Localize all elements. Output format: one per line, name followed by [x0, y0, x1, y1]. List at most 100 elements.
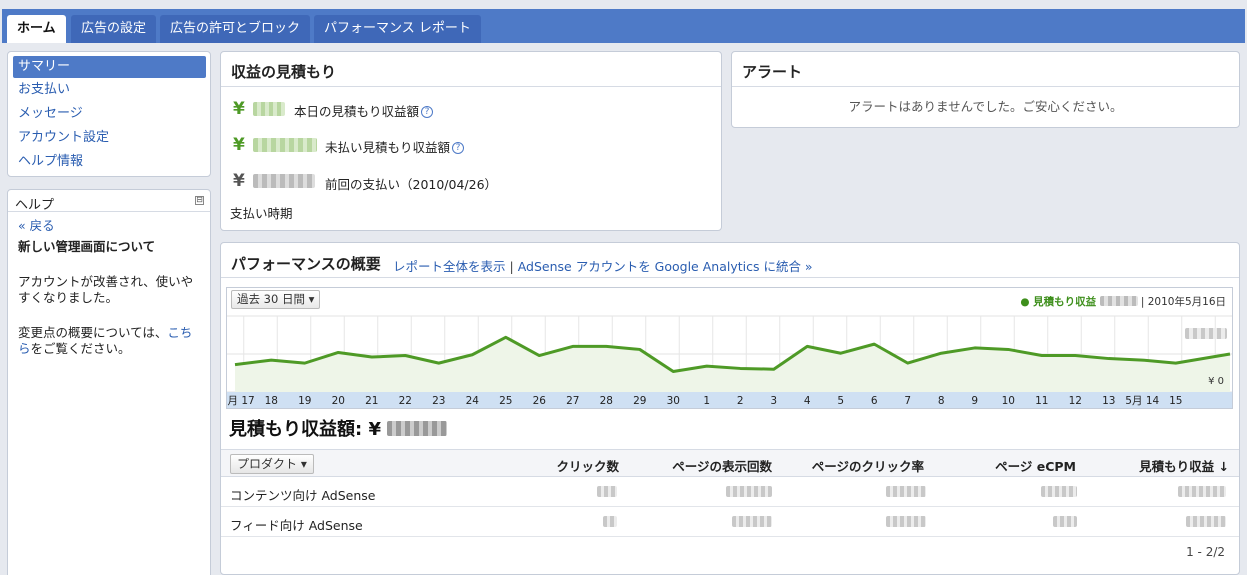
x-tick-label: 22 — [399, 395, 412, 407]
table-cell-redacted — [597, 486, 617, 497]
today-earnings-label: 本日の見積もり収益額? — [294, 101, 434, 120]
collapse-icon[interactable]: ⊟ — [195, 196, 204, 205]
last-payment-value-redacted — [253, 174, 315, 188]
column-header-clicks[interactable]: クリック数 — [556, 456, 619, 475]
performance-panel: パフォーマンスの概要 レポート全体を表示 | AdSense アカウントを Go… — [220, 242, 1240, 575]
x-tick-label: 26 — [533, 395, 547, 407]
table-row: フィード向け AdSense — [221, 507, 1239, 537]
x-tick-label: 5月 14 — [1125, 395, 1159, 407]
earnings-panel: 収益の見積もり ¥ 本日の見積もり収益額? ¥ 未払い見積もり収益額? ¥ 前回… — [220, 51, 722, 231]
help-paragraph-1-line-1: アカウントが改善され、使いや — [18, 274, 194, 289]
column-header-estimated-earnings[interactable]: 見積もり収益 ↓ — [1139, 456, 1229, 475]
table-cell-redacted — [1178, 486, 1226, 497]
x-tick-label: 5 — [837, 395, 844, 407]
x-tick-label: 28 — [600, 395, 613, 407]
alerts-panel: アラート アラートはありませんでした。ご安心ください。 — [731, 51, 1240, 128]
table-cell-redacted — [1041, 486, 1077, 497]
help-heading: 新しい管理画面について — [18, 239, 156, 254]
performance-links: レポート全体を表示 | AdSense アカウントを Google Analyt… — [393, 256, 813, 275]
divider — [221, 86, 721, 87]
view-full-report-link[interactable]: レポート全体を表示 — [393, 259, 506, 274]
alerts-message: アラートはありませんでした。ご安心ください。 — [848, 99, 1123, 114]
help-paragraph-1: アカウントが改善され、使いや すくなりました。 — [18, 274, 193, 306]
x-tick-label: 24 — [466, 395, 480, 407]
column-header-page-views[interactable]: ページの表示回数 — [672, 456, 772, 475]
x-tick-label: 19 — [298, 395, 311, 407]
sidebar-item-summary[interactable]: サマリー — [13, 56, 206, 78]
currency-symbol: ¥ — [233, 171, 245, 191]
y-max-label-redacted — [1185, 328, 1227, 339]
tab-ad-settings[interactable]: 広告の設定 — [71, 15, 157, 43]
x-tick-label: 20 — [332, 395, 345, 407]
table-cell-product: フィード向け AdSense — [230, 518, 363, 533]
top-tab-bar: ホーム 広告の設定 広告の許可とブロック パフォーマンス レポート — [2, 9, 1245, 43]
divider — [221, 277, 1239, 278]
table-header: プロダクト ▾ クリック数 ページの表示回数 ページのクリック率 ページ eCP… — [221, 449, 1239, 477]
help-paragraph-1-line-2: すくなりました。 — [18, 290, 119, 305]
x-tick-label: 12 — [1069, 395, 1082, 407]
x-tick-label: 11 — [1035, 395, 1048, 407]
x-tick-label: 21 — [365, 395, 378, 407]
x-tick-label: 10 — [1002, 395, 1015, 407]
tab-home[interactable]: ホーム — [7, 15, 66, 43]
link-analytics-link[interactable]: AdSense アカウントを Google Analytics に統合 » — [518, 259, 813, 274]
help-paragraph-2: 変更点の概要については、こち らをご覧ください。 — [18, 325, 204, 357]
tab-performance-reports[interactable]: パフォーマンス レポート — [314, 15, 481, 43]
help-paragraph-2-prefix: 変更点の概要については、 — [18, 325, 168, 340]
earnings-chart: 過去 30 日間 ▾ ● 見積もり収益 | 2010年5月16日 4月 1718… — [226, 287, 1233, 409]
x-tick-label: 3 — [770, 395, 777, 407]
table-cell-redacted — [603, 516, 617, 527]
x-tick-label: 29 — [633, 395, 646, 407]
y-zero-label: ¥ 0 — [1208, 376, 1224, 387]
help-panel: ヘルプ ⊟ « 戻る 新しい管理画面について アカウントが改善され、使いや すく… — [7, 189, 211, 575]
table-cell-redacted — [1053, 516, 1077, 527]
x-tick-label: 30 — [667, 395, 680, 407]
table-pager: 1 - 2/2 — [1186, 545, 1225, 559]
earnings-panel-title: 収益の見積もり — [231, 63, 337, 81]
help-overview-link[interactable]: こち — [167, 325, 192, 340]
x-tick-label: 8 — [938, 395, 945, 407]
table-cell-redacted — [732, 516, 772, 527]
chart-plot: 4月 1718192021222324252627282930123456789… — [227, 315, 1232, 408]
table-cell-redacted — [726, 486, 772, 497]
last-payment-label: 前回の支払い（2010/04/26） — [325, 177, 498, 192]
x-tick-label: 27 — [566, 395, 579, 407]
column-header-page-ecpm[interactable]: ページ eCPM — [995, 456, 1076, 475]
x-tick-label: 4 — [804, 395, 811, 407]
currency-symbol: ¥ — [233, 135, 245, 155]
sidebar-item-payments[interactable]: お支払い — [13, 79, 70, 101]
product-dropdown[interactable]: プロダクト ▾ — [230, 454, 314, 474]
help-paragraph-2-suffix: をご覧ください。 — [30, 341, 131, 356]
column-header-page-ctr[interactable]: ページのクリック率 — [812, 456, 924, 475]
help-question-icon[interactable]: ? — [421, 106, 434, 118]
sidebar-nav: サマリー お支払い メッセージ アカウント設定 ヘルプ情報 — [7, 51, 211, 177]
unpaid-earnings-value-redacted — [253, 138, 317, 152]
table-cell-product: コンテンツ向け AdSense — [230, 488, 376, 503]
help-overview-link-cont[interactable]: ら — [18, 341, 31, 356]
total-earnings-value-redacted — [387, 421, 448, 436]
x-tick-label: 9 — [971, 395, 978, 407]
sidebar-item-messages[interactable]: メッセージ — [13, 103, 83, 125]
x-tick-label: 4月 17 — [227, 395, 255, 407]
total-earnings: 見積もり収益額: ¥ — [229, 415, 448, 441]
x-tick-label: 18 — [265, 395, 278, 407]
link-separator: | — [509, 259, 514, 274]
currency-symbol: ¥ — [233, 99, 245, 119]
sidebar-item-account-settings[interactable]: アカウント設定 — [13, 127, 109, 149]
x-tick-label: 23 — [432, 395, 445, 407]
performance-panel-title: パフォーマンスの概要 — [231, 255, 381, 273]
table-cell-redacted — [886, 516, 926, 527]
x-tick-label: 2 — [737, 395, 744, 407]
sidebar-item-help-info[interactable]: ヘルプ情報 — [13, 151, 83, 173]
payment-schedule-link[interactable]: 支払い時期 — [230, 203, 293, 222]
x-tick-label: 7 — [904, 395, 911, 407]
divider — [732, 86, 1239, 87]
table-cell-redacted — [886, 486, 926, 497]
help-question-icon[interactable]: ? — [452, 142, 465, 154]
x-tick-label: 13 — [1102, 395, 1115, 407]
help-panel-title: ヘルプ — [15, 198, 55, 213]
total-earnings-label: 見積もり収益額: ¥ — [229, 419, 381, 440]
x-tick-label: 25 — [499, 395, 512, 407]
help-back-link[interactable]: « 戻る — [18, 218, 55, 234]
tab-allow-block-ads[interactable]: 広告の許可とブロック — [160, 15, 311, 43]
